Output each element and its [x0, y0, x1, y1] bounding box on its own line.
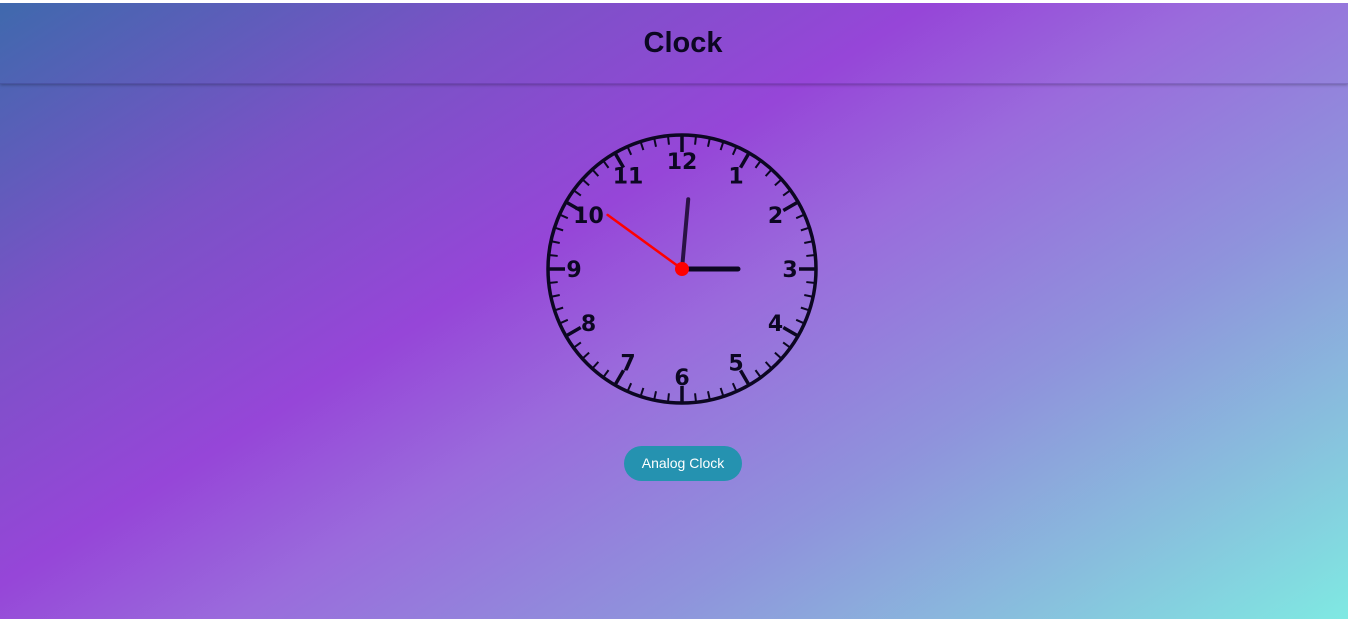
clock-minute-tick [592, 169, 600, 177]
clock-numeral: 8 [581, 312, 596, 337]
clock-numeral: 5 [728, 352, 743, 377]
clock-numeral: 2 [768, 204, 783, 229]
clock-minute-tick [800, 306, 809, 312]
clock-minute-tick [731, 147, 738, 156]
clock-minute-tick [626, 382, 633, 391]
clock-minute-tick [774, 179, 782, 187]
clock-minute-tick [800, 226, 809, 232]
clock-numeral: 9 [566, 258, 581, 283]
clock-minute-tick [754, 369, 761, 378]
clock-minute-tick [592, 361, 600, 369]
clock-minute-tick [795, 318, 804, 325]
clock-minute-tick [555, 226, 564, 232]
minute-hand [680, 197, 691, 271]
clock-minute-tick [653, 391, 657, 400]
clock-minute-tick [560, 318, 569, 325]
clock-minute-tick [707, 138, 711, 147]
clock-numeral: 12 [667, 150, 698, 175]
clock-minute-tick [603, 369, 610, 378]
clock-minute-tick [603, 160, 610, 169]
clock-minute-tick [549, 254, 558, 257]
clock-minute-tick [754, 160, 761, 169]
clock-minute-tick [764, 361, 772, 369]
clock-minute-tick [549, 281, 558, 284]
analog-clock-button[interactable]: Analog Clock [624, 446, 742, 481]
clock-minute-tick [582, 179, 590, 187]
clock-center-dot [675, 262, 689, 276]
clock-hour-tick [565, 325, 582, 338]
clock-minute-tick [555, 306, 564, 312]
page-background: Clock 12 1 2 3 4 5 6 7 8 9 10 11 Analog Clock [0, 3, 1348, 619]
clock-minute-tick [774, 351, 782, 359]
clock-minute-tick [560, 213, 569, 220]
clock-minute-tick [551, 240, 560, 244]
clock-minute-tick [764, 169, 772, 177]
clock-minute-tick [639, 142, 645, 151]
clock-minute-tick [667, 393, 670, 402]
clock-minute-tick [782, 190, 791, 197]
clock-minute-tick [653, 138, 657, 147]
second-hand [606, 213, 684, 271]
clock-numeral: 1 [728, 164, 743, 189]
clock-minute-tick [694, 136, 697, 145]
clock-minute-tick [795, 213, 804, 220]
clock-minute-tick [806, 254, 815, 257]
clock-minute-tick [731, 382, 738, 391]
analog-clock: 12 12 3 45 6 78 9 10 11 [546, 133, 818, 405]
clock-minute-tick [804, 240, 813, 244]
clock-numeral: 6 [674, 366, 689, 391]
clock-minute-tick [626, 147, 633, 156]
clock-minute-tick [804, 294, 813, 298]
clock-numeral: 7 [620, 352, 635, 377]
clock-minute-tick [551, 294, 560, 298]
page-title: Clock [643, 27, 723, 59]
clock-numeral: 3 [782, 258, 797, 283]
clock-minute-tick [694, 393, 697, 402]
clock-numeral: 10 [573, 204, 604, 229]
clock-hour-tick [782, 325, 799, 338]
clock-minute-tick [667, 136, 670, 145]
clock-minute-tick [582, 351, 590, 359]
clock-minute-tick [573, 190, 582, 197]
clock-numeral: 11 [613, 164, 644, 189]
clock-minute-tick [782, 341, 791, 348]
clock-minute-tick [707, 391, 711, 400]
clock-hour-tick [782, 200, 799, 213]
clock-minute-tick [806, 281, 815, 284]
clock-numeral: 4 [768, 312, 783, 337]
app-header: Clock [0, 3, 1348, 84]
clock-minute-tick [639, 387, 645, 396]
clock-minute-tick [573, 341, 582, 348]
clock-minute-tick [719, 387, 725, 396]
clock-minute-tick [719, 142, 725, 151]
